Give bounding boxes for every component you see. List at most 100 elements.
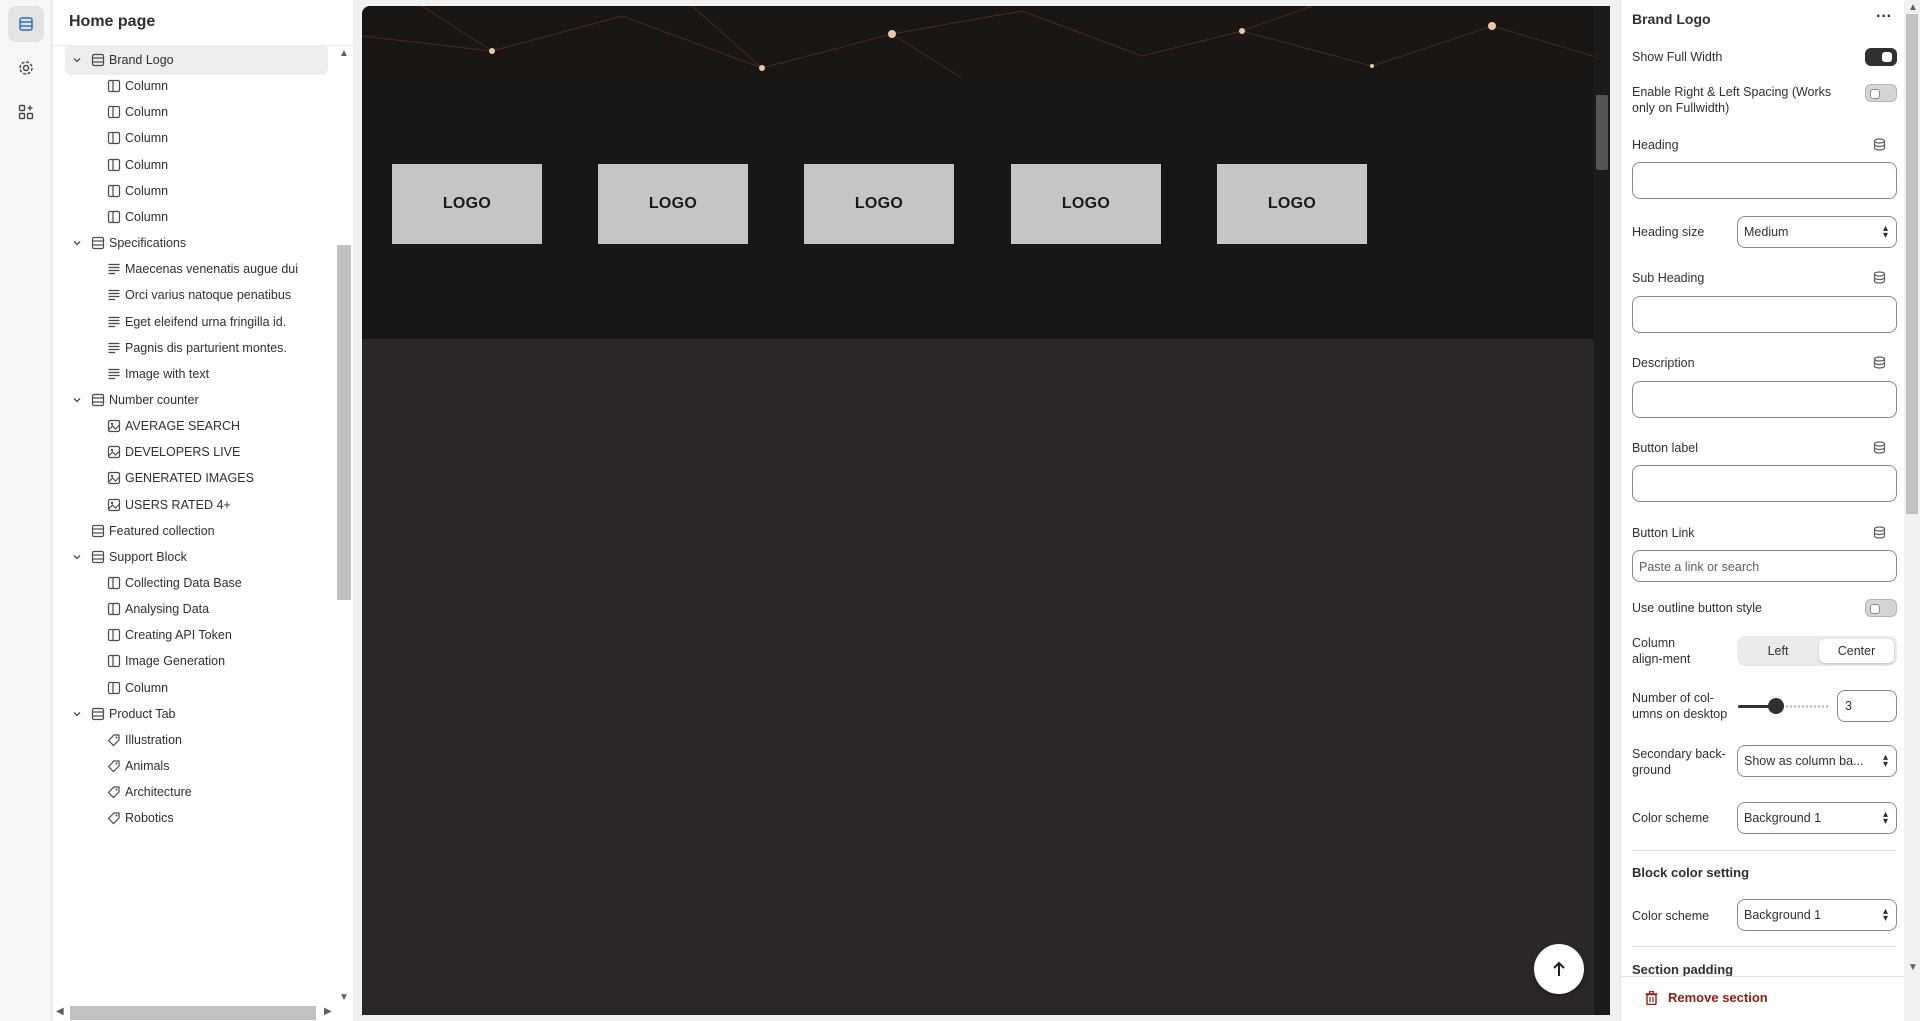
spacing-toggle[interactable] (1865, 84, 1897, 102)
more-options-icon[interactable]: ··· (1876, 8, 1892, 26)
tree-item-label: Specifications (109, 236, 187, 251)
text-icon (107, 341, 121, 355)
dynamic-source-icon[interactable] (1873, 441, 1886, 454)
dynamic-source-icon[interactable] (1873, 526, 1886, 539)
align-left-button[interactable]: Left (1740, 639, 1816, 663)
outline-style-label: Use outline button style (1632, 601, 1762, 615)
chevron-down-icon[interactable] (71, 551, 83, 563)
block-color-scheme-value: Background 1 (1744, 908, 1822, 922)
scroll-to-top-button[interactable] (1534, 944, 1584, 994)
theme-editor: Home page Brand Logo Column Column Column Co… (0, 0, 1920, 1021)
scroll-right-icon[interactable]: ▶ (324, 1006, 332, 1017)
tree-block-item[interactable]: GENERATED IMAGES (65, 463, 328, 493)
page-title: Home page (69, 13, 156, 30)
block-color-heading: Block color setting (1632, 865, 1750, 880)
button-link-input[interactable]: Paste a link or search (1632, 550, 1897, 582)
image-icon (107, 445, 121, 459)
hero-image-strip (362, 6, 1610, 79)
column-icon (107, 105, 121, 119)
section-icon (91, 707, 105, 721)
dynamic-source-icon[interactable] (1873, 356, 1886, 369)
brand-logo-placeholder[interactable]: LOGO (1011, 164, 1161, 244)
store-preview[interactable]: LOGO LOGO LOGO LOGO LOGO (362, 6, 1610, 1015)
chevron-down-icon[interactable] (71, 394, 83, 406)
scroll-up-icon[interactable]: ▲ (339, 48, 349, 59)
tree-scrollbar-thumb[interactable] (337, 245, 351, 600)
brand-logo-placeholder[interactable]: LOGO (804, 164, 954, 244)
section-icon (91, 53, 105, 67)
tree-item-label: Animals (125, 759, 170, 774)
select-chevron-icon: ▴ ▾ (1882, 223, 1888, 241)
tree-item-label: DEVELOPERS LIVE (125, 445, 241, 460)
tree-item-label: Creating API Token (125, 628, 232, 643)
select-chevron-icon: ▴ ▾ (1882, 752, 1888, 770)
columns-number-input[interactable]: 3 (1837, 690, 1897, 722)
chevron-down-icon[interactable] (71, 54, 83, 66)
text-icon (107, 262, 121, 276)
chevron-down-icon[interactable] (71, 708, 83, 720)
tree-block-item[interactable]: Column (65, 123, 328, 153)
secondary-background-select[interactable]: Show as column ba... ▴ ▾ (1737, 745, 1897, 777)
show-full-width-toggle[interactable] (1865, 48, 1897, 66)
column-icon (107, 210, 121, 224)
chevron-down-icon[interactable] (71, 237, 83, 249)
dynamic-source-icon[interactable] (1873, 271, 1886, 284)
scroll-down-icon[interactable]: ▼ (339, 992, 349, 1003)
columns-desktop-label: Number of col-umns on desktop (1632, 691, 1728, 721)
description-input[interactable] (1632, 381, 1897, 418)
tree-item-label: Column (125, 183, 169, 198)
button-label-input[interactable] (1632, 465, 1897, 502)
text-icon (107, 315, 121, 329)
button-label-label: Button label (1632, 441, 1699, 455)
section-icon (91, 550, 105, 564)
heading-input[interactable] (1632, 162, 1897, 199)
dynamic-source-icon[interactable] (1873, 138, 1886, 151)
image-icon (107, 419, 121, 433)
block-color-scheme-label: Color scheme (1632, 909, 1710, 923)
tree-item-label: Maecenas venenatis augue dui (125, 262, 299, 277)
tag-icon (107, 785, 121, 799)
panel-scrollbar-thumb[interactable] (1906, 14, 1918, 514)
secondary-background-label: Secondary back-ground (1632, 747, 1726, 777)
columns-slider-handle[interactable] (1768, 698, 1784, 714)
align-center-button[interactable]: Center (1819, 639, 1894, 663)
preview-scrollbar-thumb[interactable] (1596, 95, 1608, 170)
apps-nav-button[interactable] (8, 94, 44, 130)
sections-nav-button[interactable] (8, 6, 44, 42)
column-icon (107, 628, 121, 642)
sub-heading-input[interactable] (1632, 296, 1897, 333)
color-scheme-label: Color scheme (1632, 811, 1710, 825)
brand-logo-placeholder[interactable]: LOGO (598, 164, 748, 244)
tree-horizontal-scrollbar-thumb[interactable] (70, 1006, 316, 1020)
tree-item-label: Image with text (125, 366, 210, 381)
tree-item-label: Collecting Data Base (125, 576, 242, 590)
tree-block-item[interactable]: Robotics (65, 803, 328, 833)
brand-logo-section[interactable] (362, 78, 1610, 339)
sections-sidebar: Home page Brand Logo Column Column Column Co… (53, 0, 353, 1021)
brand-logo-placeholder[interactable]: LOGO (1217, 164, 1367, 244)
tree-block-item[interactable]: Image Generation (65, 646, 328, 676)
tag-icon (107, 759, 121, 773)
tree-item-label: Column (125, 131, 169, 146)
panel-scroll-down-icon[interactable]: ▼ (1908, 962, 1918, 973)
tree-block-item[interactable]: Orci varius natoque penatibus (65, 280, 328, 310)
column-icon (107, 79, 121, 93)
heading-size-select[interactable]: Medium ▴ ▾ (1737, 216, 1897, 248)
tree-item-label: Image Generation (125, 654, 226, 669)
tree-item-label: Column (125, 105, 169, 120)
description-label: Description (1632, 356, 1695, 370)
block-color-scheme-select[interactable]: Background 1 ▴ ▾ (1737, 899, 1897, 931)
brand-logo-placeholder[interactable]: LOGO (392, 164, 542, 244)
heading-size-value: Medium (1744, 225, 1789, 239)
tree-item-label: Eget eleifend urna fringilla id. (125, 314, 287, 329)
select-chevron-icon: ▴ ▾ (1882, 906, 1888, 924)
tree-item-label: Robotics (125, 811, 174, 826)
color-scheme-select[interactable]: Background 1 ▴ ▾ (1737, 802, 1897, 834)
scroll-left-icon[interactable]: ◀ (56, 1006, 64, 1017)
outline-style-toggle[interactable] (1865, 599, 1897, 617)
panel-scroll-up-icon[interactable]: ▲ (1908, 2, 1918, 13)
settings-nav-button[interactable] (8, 50, 44, 86)
button-link-label: Button Link (1632, 526, 1695, 540)
remove-section-button[interactable]: Remove section (1645, 990, 1768, 1005)
tag-icon (107, 811, 121, 825)
